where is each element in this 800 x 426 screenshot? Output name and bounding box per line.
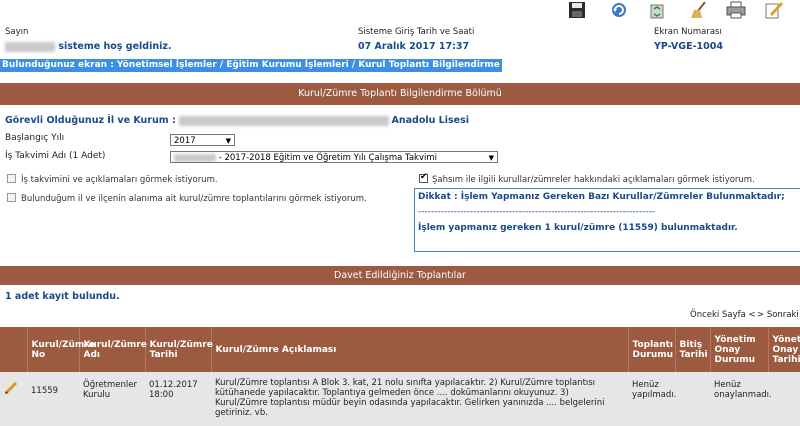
- record-count: 1 adet kayıt bulundu.: [5, 291, 120, 302]
- login-time-label: Sisteme Giriş Tarih ve Saati: [358, 27, 475, 37]
- invites-title: Davet Edildiğiniz Toplantılar: [0, 266, 800, 285]
- start-year-select[interactable]: 2017 ▼: [170, 134, 235, 146]
- region-checkbox[interactable]: [7, 193, 16, 202]
- region-checkbox-label: Bulunduğum il ve ilçenin alanıma ait kur…: [21, 194, 367, 204]
- cell-approval-status: Henüz onaylanmadı.: [710, 372, 772, 426]
- meetings-table: Kurul/Zümre No Kurul/Zümre Adı Kurul/Züm…: [0, 327, 800, 426]
- notice-divider: ----------------------------------------…: [418, 207, 656, 217]
- notice-box: Dikkat : İşlem Yapmanız Gereken Bazı Kur…: [414, 188, 800, 252]
- row-edit-cell[interactable]: [0, 372, 27, 426]
- header-approval-status[interactable]: Yönetim Onay Durumu: [710, 327, 769, 372]
- welcome-text: sisteme hoş geldiniz.: [5, 41, 171, 52]
- chevron-down-icon: ▼: [488, 154, 494, 162]
- header-info: Sayın sisteme hoş geldiniz. Sisteme Giri…: [0, 20, 800, 58]
- duty-institution: Görevli Olduğunuz İl ve Kurum : Anadolu …: [5, 115, 469, 126]
- screen-number-label: Ekran Numarası: [654, 27, 722, 37]
- cell-description: Kurul/Zümre toplantısı A Blok 3. kat, 21…: [211, 372, 628, 426]
- notice-line-2: İşlem yapmanız gereken 1 kurul/zümre (11…: [418, 223, 738, 233]
- table-row[interactable]: 11559 Öğretmenler Kurulu 01.12.2017 18:0…: [0, 372, 800, 426]
- header-edit: [0, 327, 28, 372]
- edit-icon[interactable]: [763, 1, 785, 19]
- cell-end-date: [675, 372, 710, 426]
- section-title: Kurul/Zümre Toplantı Bilgilendirme Bölüm…: [0, 83, 800, 105]
- header-approval-date[interactable]: Yönetim Onay Tarihi: [768, 327, 800, 372]
- redacted-institution: [178, 115, 389, 126]
- header-date[interactable]: Kurul/Zümre Tarihi: [145, 327, 213, 372]
- calendar-checkbox-label: İş takvimini ve açıklamaları görmek isti…: [21, 175, 218, 185]
- cell-name: Öğretmenler Kurulu: [79, 372, 145, 426]
- calendar-checkbox[interactable]: [7, 174, 16, 183]
- header-name[interactable]: Kurul/Zümre Adı: [79, 327, 147, 372]
- personal-checkbox-label: Şahsım ile ilgili kurullar/zümreler hakk…: [432, 175, 755, 185]
- pencil-icon[interactable]: [4, 381, 18, 395]
- login-time-value: 07 Aralık 2017 17:37: [358, 41, 470, 52]
- pager-prev[interactable]: Önceki Sayfa <: [690, 310, 756, 320]
- welcome-label: Sayın: [5, 27, 29, 37]
- notice-line-1: Dikkat : İşlem Yapmanız Gereken Bazı Kur…: [418, 192, 785, 202]
- personal-checkbox[interactable]: [419, 172, 428, 183]
- recycle-icon[interactable]: [646, 1, 668, 19]
- pager-next[interactable]: > Sonraki Sayfa: [757, 310, 800, 320]
- toolbar: [0, 0, 800, 20]
- cell-no: 11559: [27, 372, 79, 426]
- cell-meeting-status: Henüz yapılmadı.: [628, 372, 676, 426]
- header-end-date[interactable]: Bitiş Tarihi: [675, 327, 711, 372]
- start-year-label: Başlangıç Yılı: [5, 133, 65, 143]
- work-calendar-select[interactable]: - 2017-2018 Eğitim ve Öğretim Yılı Çalış…: [170, 151, 498, 163]
- cell-date: 01.12.2017 18:00: [145, 372, 211, 426]
- chevron-down-icon: ▼: [225, 137, 231, 145]
- header-no[interactable]: Kurul/Zümre No: [27, 327, 95, 372]
- broom-icon[interactable]: [688, 1, 710, 19]
- refresh-icon[interactable]: [608, 1, 630, 19]
- print-icon[interactable]: [725, 1, 747, 19]
- cell-approval-date: [768, 372, 800, 426]
- save-icon[interactable]: [566, 1, 588, 19]
- header-description[interactable]: Kurul/Zümre Açıklaması: [211, 327, 629, 372]
- breadcrumb: Bulunduğunuz ekran : Yönetimsel İşlemler…: [0, 59, 502, 72]
- redacted-username: [5, 41, 55, 52]
- redacted-calendar-prefix: [174, 153, 216, 162]
- screen-number-value: YP-VGE-1004: [654, 41, 723, 52]
- table-header-row: Kurul/Zümre No Kurul/Zümre Adı Kurul/Züm…: [0, 327, 800, 372]
- work-calendar-label: İş Takvimi Adı (1 Adet): [5, 151, 106, 161]
- header-meeting-status[interactable]: Toplantı Durumu: [628, 327, 676, 372]
